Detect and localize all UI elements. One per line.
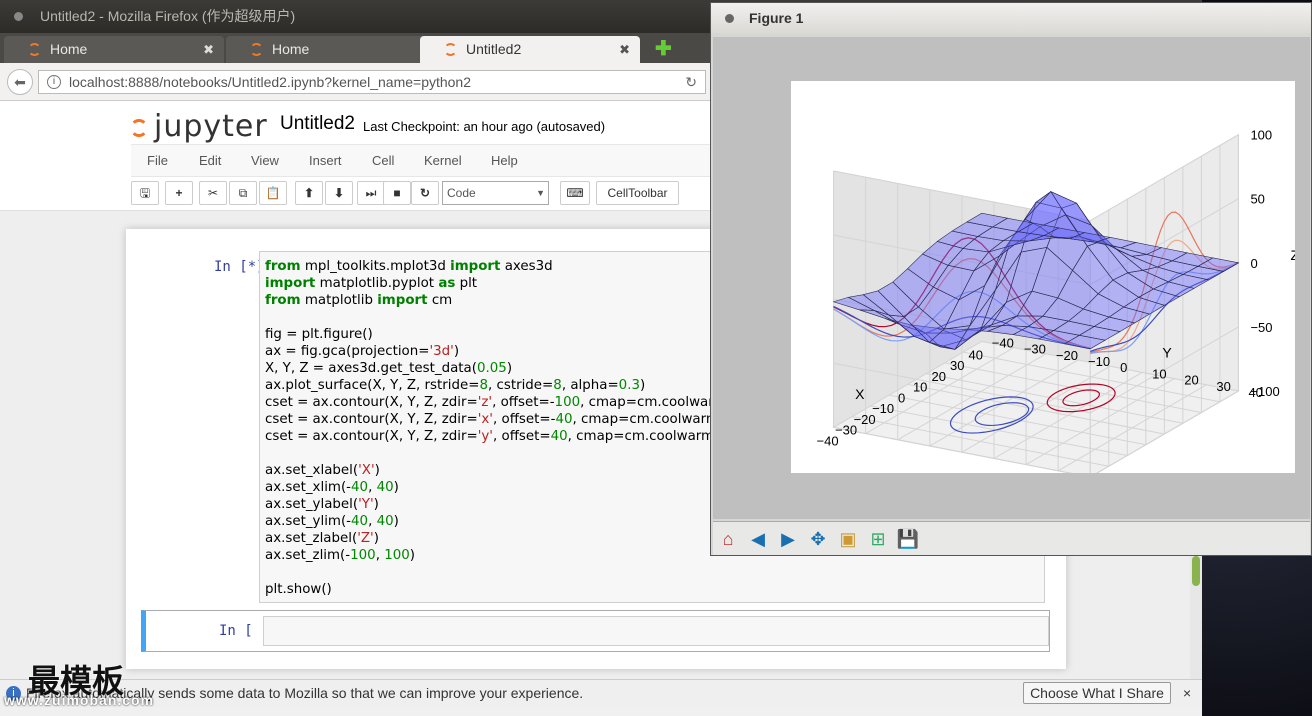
jupyter-logo-icon: [130, 119, 148, 137]
subplots-icon[interactable]: ⊞: [865, 526, 891, 552]
watermark-url: www.zuimoban.com: [4, 692, 155, 708]
tab-close-icon[interactable]: ✖: [619, 36, 630, 63]
x-tick-label: 30: [950, 358, 964, 373]
z-tick-label: −100: [1250, 384, 1279, 399]
figure-title: Figure 1: [749, 10, 804, 26]
tab-close-icon[interactable]: ✖: [203, 36, 214, 63]
menu-cell[interactable]: Cell: [372, 145, 394, 176]
code-line: plt.show(): [265, 582, 332, 597]
menu-file[interactable]: File: [147, 145, 168, 176]
x-axis-label: X: [855, 386, 865, 402]
z-tick-label: 50: [1250, 192, 1264, 207]
interrupt-icon[interactable]: ■: [383, 181, 411, 205]
save-icon[interactable]: 💾: [895, 526, 921, 552]
y-tick-label: 30: [1216, 379, 1230, 394]
notification-close-icon[interactable]: ×: [1183, 680, 1191, 706]
zoom-icon[interactable]: ▣: [835, 526, 861, 552]
y-axis-label: Y: [1162, 344, 1172, 360]
home-icon[interactable]: ⌂: [715, 526, 741, 552]
y-tick-label: 0: [1120, 360, 1127, 375]
copy-icon[interactable]: ⧉: [229, 181, 257, 205]
y-tick-label: −40: [992, 335, 1014, 350]
figure-toolbar: ⌂ ◀ ▶ ✥ ▣ ⊞ 💾: [713, 521, 1310, 555]
x-tick-label: 20: [931, 369, 945, 384]
tab-label: Home: [50, 41, 88, 57]
move-down-icon[interactable]: ⬇: [325, 181, 353, 205]
figure-titlebar: Figure 1: [711, 3, 1311, 33]
tab-label: Untitled2: [466, 41, 522, 57]
forward-icon[interactable]: ▶: [775, 526, 801, 552]
notification-bar: i Firefox automatically sends some data …: [0, 679, 1202, 707]
back-icon[interactable]: ◀: [745, 526, 771, 552]
y-tick-label: 10: [1152, 366, 1166, 381]
new-tab-icon[interactable]: ✚: [655, 36, 672, 61]
back-button[interactable]: ⬅: [7, 69, 33, 95]
tab-untitled2[interactable]: Untitled2 ✖: [420, 36, 640, 63]
y-tick-label: −20: [1056, 348, 1078, 363]
jupyter-favicon-icon: [250, 43, 263, 56]
tab-home-1[interactable]: Home ✖: [4, 36, 224, 63]
chevron-down-icon: ▼: [536, 188, 545, 198]
window-title: Untitled2 - Mozilla Firefox (作为超级用户): [40, 8, 296, 24]
x-tick-label: 40: [969, 347, 983, 362]
notebook-name[interactable]: Untitled2: [280, 113, 355, 135]
y-tick-label: −10: [1088, 354, 1110, 369]
tab-home-2[interactable]: Home ✖: [226, 36, 446, 63]
z-tick-label: −50: [1250, 320, 1272, 335]
z-axis-label: Z: [1290, 247, 1295, 263]
insert-cell-icon[interactable]: +: [165, 181, 193, 205]
checkpoint-status: Last Checkpoint: an hour ago (autosaved): [363, 119, 606, 134]
scrollbar-thumb[interactable]: [1192, 556, 1200, 586]
figure-canvas[interactable]: −40 −30 −20 −10 0 10 20 30 40 −40 −30 −20 −10 0 10 20 30…: [791, 81, 1299, 478]
save-icon[interactable]: 🖫: [131, 181, 159, 205]
celltoolbar-button[interactable]: CellToolbar: [596, 181, 679, 205]
tab-label: Home: [272, 41, 310, 57]
y-tick-label: −30: [1024, 342, 1046, 357]
cell-type-select[interactable]: Code ▼: [442, 181, 549, 205]
jupyter-favicon-icon: [28, 43, 41, 56]
figure-area: −40 −30 −20 −10 0 10 20 30 40 −40 −30 −20 −10 0 10 20 30…: [713, 37, 1310, 519]
choose-what-i-share-button[interactable]: Choose What I Share: [1023, 682, 1171, 704]
menu-edit[interactable]: Edit: [199, 145, 221, 176]
jupyter-favicon-icon: [444, 43, 457, 56]
menu-kernel[interactable]: Kernel: [424, 145, 462, 176]
move-up-icon[interactable]: ⬆: [295, 181, 323, 205]
restart-icon[interactable]: ↻: [411, 181, 439, 205]
menu-help[interactable]: Help: [491, 145, 518, 176]
paste-icon[interactable]: 📋: [259, 181, 287, 205]
menubar: File Edit View Insert Cell Kernel Help: [131, 144, 711, 177]
window-close-icon[interactable]: [14, 12, 23, 21]
run-cell-icon[interactable]: ⏭: [357, 181, 385, 205]
menu-insert[interactable]: Insert: [309, 145, 342, 176]
window-close-icon[interactable]: [725, 14, 734, 23]
x-tick-label: −10: [872, 401, 894, 416]
url-text: localhost:8888/notebooks/Untitled2.ipynb…: [69, 74, 472, 90]
code-cell-2[interactable]: In [ ]:: [141, 610, 1050, 652]
x-tick-label: 10: [913, 380, 927, 395]
info-icon[interactable]: i: [47, 75, 61, 89]
jupyter-logo[interactable]: jupyter: [130, 109, 268, 144]
y-tick-label: 20: [1184, 373, 1198, 388]
pan-icon[interactable]: ✥: [805, 526, 831, 552]
url-bar[interactable]: i localhost:8888/notebooks/Untitled2.ipy…: [38, 70, 706, 94]
cut-icon[interactable]: ✂: [199, 181, 227, 205]
code-cell-2-input[interactable]: [263, 616, 1049, 646]
keyboard-icon[interactable]: ⌨: [560, 181, 590, 205]
plot-3d: −40−30−20−10010203040−40 −30 −20 −10 0 10 20 30…: [817, 128, 1299, 478]
reload-icon[interactable]: ↻: [685, 71, 697, 93]
matplotlib-figure-window: Figure 1 −40 −30 −20 −10 0 10 20 30 40 −40 −30 −20−…: [710, 2, 1312, 556]
notebook-toolbar: 🖫 + ✂ ⧉ 📋 ⬆ ⬇ ⏭ ■ ↻ Code ▼ ⌨ CellToolbar: [131, 179, 711, 209]
menu-view[interactable]: View: [251, 145, 279, 176]
z-tick-label: 100: [1250, 128, 1272, 143]
x-tick-label: 0: [898, 390, 905, 405]
z-tick-label: 0: [1250, 256, 1257, 271]
